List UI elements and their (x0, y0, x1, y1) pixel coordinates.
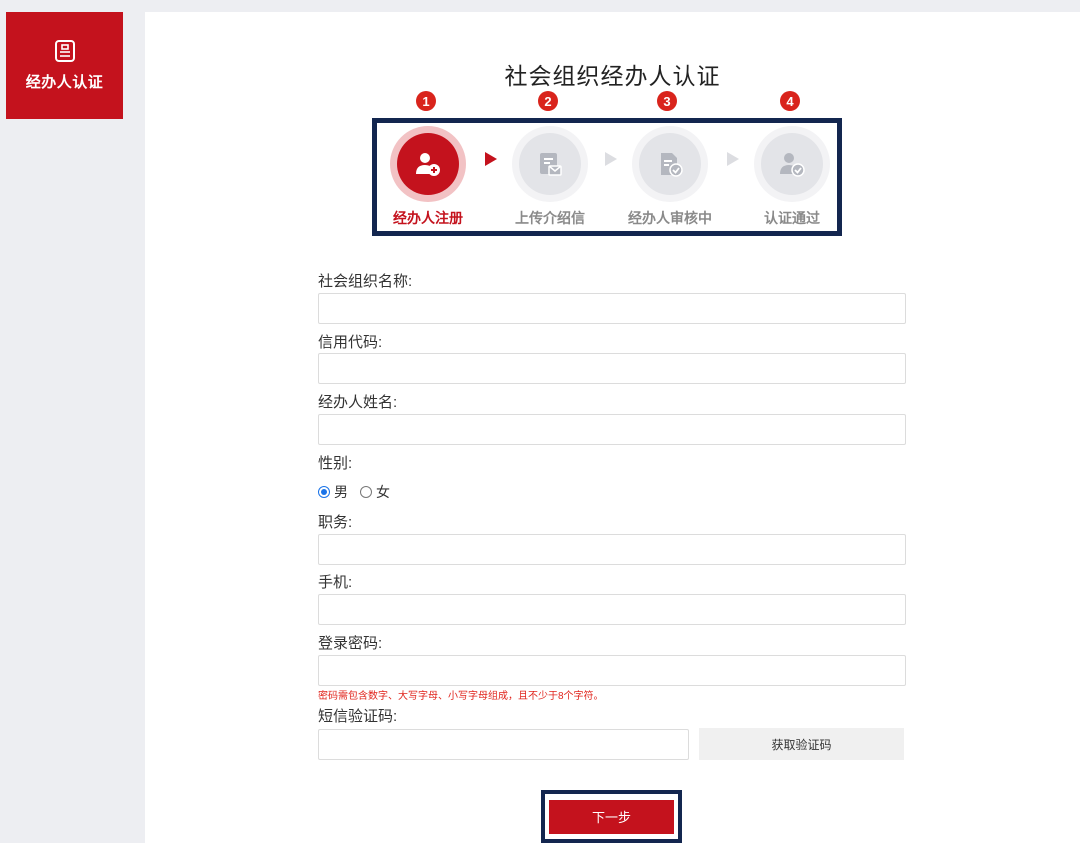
main-panel: 社会组织经办人认证 1 2 3 4 经办人注册 上传介绍信 经办人审核中 认证通… (145, 12, 1080, 843)
radio-checked-icon[interactable] (318, 486, 330, 498)
sms-code-input[interactable] (318, 729, 689, 760)
gender-radio-group: 男 女 (318, 482, 402, 502)
step-upload-letter: 上传介绍信 (490, 126, 610, 228)
credit-code-label: 信用代码: (318, 334, 383, 351)
gender-option-label: 男 (334, 484, 348, 500)
step-agent-review: 经办人审核中 (610, 126, 730, 228)
letter-icon (540, 153, 562, 176)
step-number-4: 4 (780, 91, 800, 111)
step-label: 认证通过 (764, 210, 820, 226)
step-number-3: 3 (657, 91, 677, 111)
position-input[interactable] (318, 534, 906, 565)
step-label: 经办人注册 (393, 210, 463, 226)
password-hint: 密码需包含数字、大写字母、小写字母组成，且不少于8个字符。 (318, 691, 604, 702)
page-title: 社会组织经办人认证 (504, 63, 721, 89)
radio-unchecked-icon[interactable] (360, 486, 372, 498)
org-name-input[interactable] (318, 293, 906, 324)
sms-code-label: 短信验证码: (318, 708, 398, 725)
password-input[interactable] (318, 655, 906, 686)
get-sms-code-button[interactable]: 获取验证码 (699, 728, 904, 760)
gender-option-male[interactable]: 男 (318, 482, 348, 502)
gender-option-female[interactable]: 女 (360, 482, 390, 502)
user-add-icon (416, 153, 440, 176)
step-label: 上传介绍信 (515, 210, 585, 226)
agent-name-input[interactable] (318, 414, 906, 445)
sidebar-item-label: 经办人认证 (25, 74, 104, 91)
sidebar-item-agent-certification[interactable]: 经办人认证 (6, 12, 123, 119)
step-number-2: 2 (538, 91, 558, 111)
credit-code-input[interactable] (318, 353, 906, 384)
phone-input[interactable] (318, 594, 906, 625)
step-label: 经办人审核中 (628, 210, 712, 226)
user-check-icon (780, 153, 805, 177)
id-card-icon (54, 40, 75, 62)
gender-option-label: 女 (376, 484, 390, 500)
step-number-1: 1 (416, 91, 436, 111)
next-button-highlight: 下一步 (541, 790, 682, 843)
step-certified: 认证通过 (732, 126, 852, 228)
agent-name-label: 经办人姓名: (318, 394, 398, 411)
password-label: 登录密码: (318, 635, 383, 652)
gender-label: 性别: (318, 455, 353, 472)
org-name-label: 社会组织名称: (318, 273, 413, 290)
sidebar: 经办人认证 (0, 0, 143, 843)
position-label: 职务: (318, 514, 353, 531)
phone-label: 手机: (318, 574, 353, 591)
step-agent-register: 经办人注册 (368, 126, 488, 228)
document-check-icon (661, 153, 683, 177)
next-step-button[interactable]: 下一步 (549, 799, 674, 834)
